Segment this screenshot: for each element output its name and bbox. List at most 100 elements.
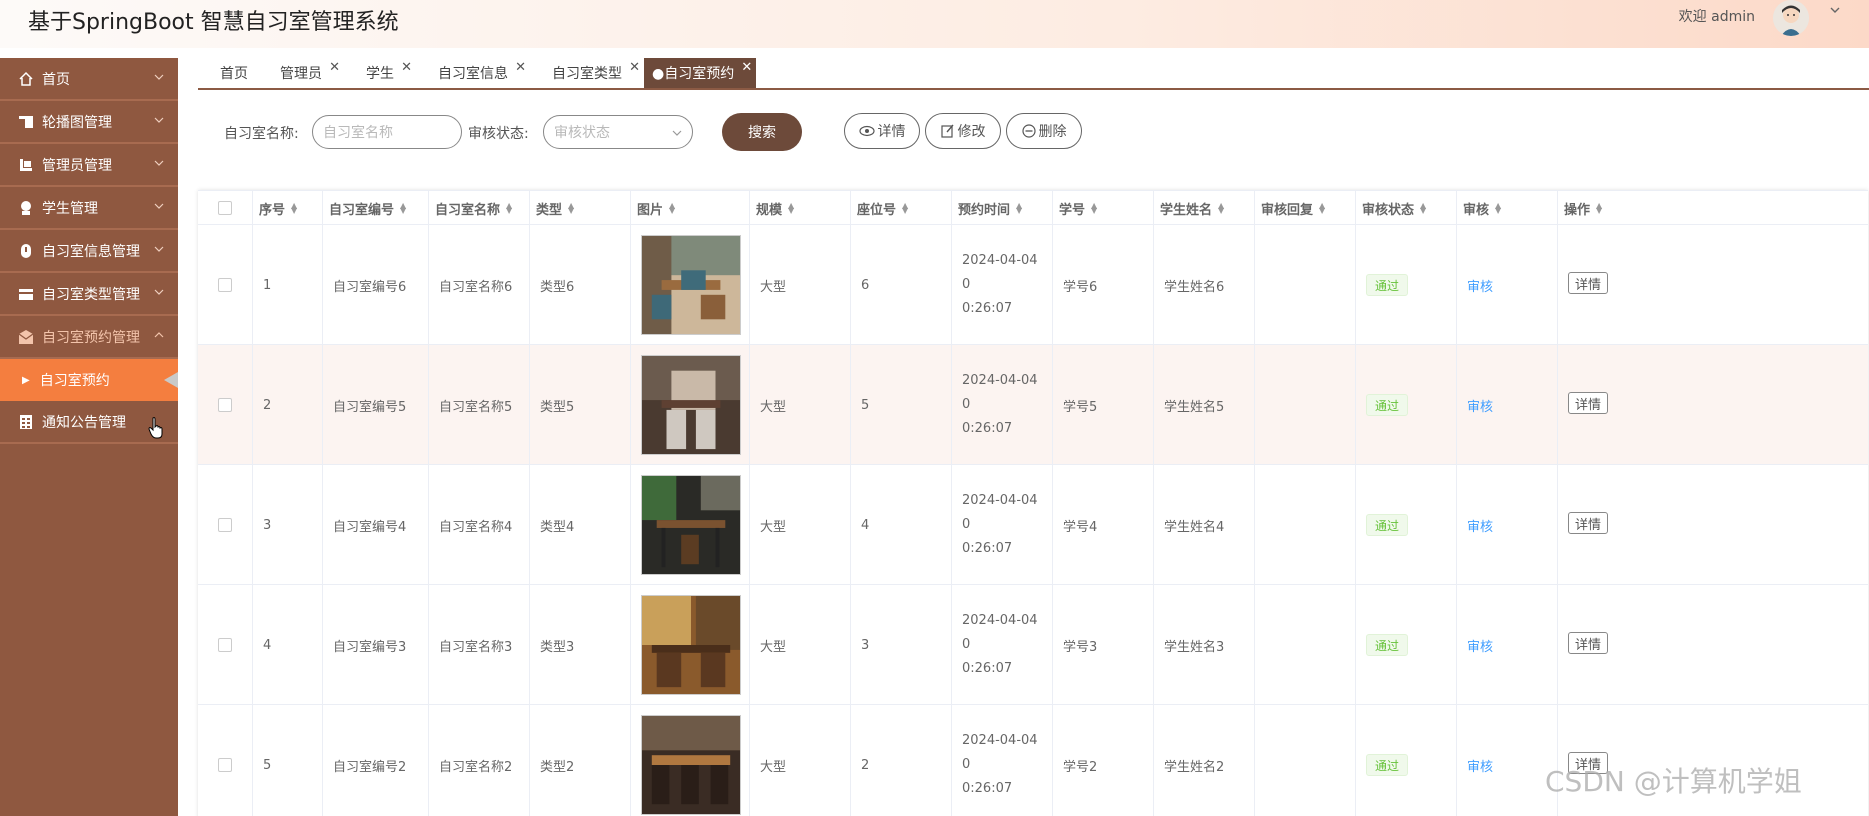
sidebar-subitem-reservation[interactable]: ▶ 自习室预约 [0,359,178,401]
sidebar-item-label: 自习室信息管理 [42,243,140,260]
row-detail-button[interactable]: 详情 [1568,632,1609,654]
row-checkbox[interactable] [218,518,232,532]
search-button[interactable]: 搜索 [722,113,802,151]
status-select[interactable]: 审核状态 [543,115,693,149]
room-photo[interactable] [641,715,741,815]
cell-reply [1255,465,1356,585]
room-photo[interactable] [641,595,741,695]
column-header[interactable]: 规模 ▲ ▼ [750,191,851,225]
sort-icon[interactable]: ▲ ▼ [291,202,297,215]
status-badge: 通过 [1366,274,1409,296]
sidebar-item-student[interactable]: 学生管理 [0,187,178,230]
row-checkbox[interactable] [218,398,232,412]
tab-admin[interactable]: 管理员 ✕ [258,58,344,88]
delete-button[interactable]: 删除 [1006,113,1082,149]
sort-icon[interactable]: ▲ ▼ [1596,202,1602,215]
table-row[interactable]: 2 自习室编号5 自习室名称5 类型5 大型 5 2024-04-04 0 0:… [198,345,1868,465]
sidebar-item-room-type[interactable]: 自习室类型管理 [0,273,178,316]
delete-button-label: 删除 [1038,124,1067,140]
column-header-label: 序号 [259,202,286,218]
tab-room-type[interactable]: 自习室类型 ✕ [530,58,644,88]
sort-icon[interactable]: ▲ ▼ [1420,202,1426,215]
row-checkbox[interactable] [218,278,232,292]
sidebar-item-room-info[interactable]: 自习室信息管理 [0,230,178,273]
tab-label: 管理员 [280,66,322,82]
cell-room-name: 自习室名称4 [429,465,530,585]
room-name-input[interactable]: 自习室名称 [312,115,462,149]
table-row[interactable]: 4 自习室编号3 自习室名称3 类型3 大型 3 2024-04-04 0 0:… [198,585,1868,705]
room-photo[interactable] [641,475,741,575]
notice-icon [18,414,34,430]
close-icon[interactable]: ✕ [515,60,526,75]
row-checkbox[interactable] [218,638,232,652]
table-row[interactable]: 3 自习室编号4 自习室名称4 类型4 大型 4 2024-04-04 0 0:… [198,465,1868,585]
column-header[interactable]: 图片 ▲ ▼ [631,191,750,225]
column-header[interactable]: 审核回复 ▲ ▼ [1255,191,1356,225]
row-detail-button[interactable]: 详情 [1568,272,1609,294]
sort-icon[interactable]: ▲ ▼ [669,202,675,215]
column-header[interactable]: 预约时间 ▲ ▼ [952,191,1053,225]
close-icon[interactable]: ✕ [329,60,340,75]
tab-home[interactable]: 首页 [198,58,258,88]
tab-student[interactable]: 学生 ✕ [344,58,416,88]
sort-icon[interactable]: ▲ ▼ [1091,202,1097,215]
audit-link[interactable]: 审核 [1467,636,1493,655]
column-header-label: 预约时间 [958,202,1011,218]
sidebar-item-home[interactable]: 首页 [0,58,178,101]
cell-scale: 大型 [750,345,851,465]
sidebar-item-carousel[interactable]: 轮播图管理 [0,101,178,144]
cell-no: 4 [253,585,323,705]
sort-icon[interactable]: ▲ ▼ [788,202,794,215]
column-header-label: 规模 [756,202,783,218]
sort-icon[interactable]: ▲ ▼ [568,202,574,215]
audit-link[interactable]: 审核 [1467,756,1493,775]
column-header[interactable]: 类型 ▲ ▼ [530,191,631,225]
sort-icon[interactable]: ▲ ▼ [1495,202,1501,215]
row-detail-button[interactable]: 详情 [1568,512,1609,534]
sort-icon[interactable]: ▲ ▼ [400,202,406,215]
sort-icon[interactable]: ▲ ▼ [1016,202,1022,215]
sort-icon[interactable]: ▲ ▼ [1218,202,1224,215]
column-header[interactable]: 自习室名称 ▲ ▼ [429,191,530,225]
column-header[interactable]: 序号 ▲ ▼ [253,191,323,225]
cell-image [631,465,750,585]
avatar[interactable] [1773,0,1809,36]
tab-label: 自习室信息 [438,66,508,82]
cell-actions: 详情 [1558,345,1868,465]
row-checkbox[interactable] [218,758,232,772]
close-icon[interactable]: ✕ [629,60,640,75]
audit-link[interactable]: 审核 [1467,516,1493,535]
detail-button[interactable]: 详情 [844,113,920,149]
column-header[interactable]: 座位号 ▲ ▼ [851,191,952,225]
column-header[interactable]: 学生姓名 ▲ ▼ [1154,191,1255,225]
close-icon[interactable]: ✕ [401,60,412,75]
column-header[interactable]: 学号 ▲ ▼ [1053,191,1154,225]
sidebar-item-admin[interactable]: 管理员管理 [0,144,178,187]
column-header[interactable]: 操作 ▲ ▼ [1558,191,1868,225]
close-icon[interactable]: ✕ [741,60,752,75]
sort-icon[interactable]: ▲ ▼ [1319,202,1325,215]
sort-icon[interactable]: ▲ ▼ [506,202,512,215]
select-all-checkbox[interactable] [218,201,232,215]
column-header[interactable]: 审核状态 ▲ ▼ [1356,191,1457,225]
edit-button[interactable]: 修改 [925,113,1001,149]
audit-link[interactable]: 审核 [1467,276,1493,295]
detail-button-label: 详情 [877,124,906,140]
column-header[interactable]: 自习室编号 ▲ ▼ [323,191,429,225]
cell-room-name: 自习室名称6 [429,225,530,345]
cell-type: 类型5 [530,345,631,465]
table-row[interactable]: 1 自习室编号6 自习室名称6 类型6 大型 6 2024-04-04 0 0:… [198,225,1868,345]
cell-room-name: 自习室名称5 [429,345,530,465]
row-detail-button[interactable]: 详情 [1568,392,1609,414]
column-header[interactable]: 审核 ▲ ▼ [1457,191,1558,225]
room-photo[interactable] [641,235,741,335]
audit-link[interactable]: 审核 [1467,396,1493,415]
tab-reservation[interactable]: ●自习室预约 ✕ [644,58,757,88]
sidebar-item-reservation[interactable]: 自习室预约管理 [0,316,178,359]
tab-room-info[interactable]: 自习室信息 ✕ [416,58,530,88]
column-header-label: 自习室编号 [329,202,395,218]
chevron-down-icon[interactable] [1829,4,1841,20]
room-photo[interactable] [641,355,741,455]
cell-reply [1255,225,1356,345]
sort-icon[interactable]: ▲ ▼ [902,202,908,215]
